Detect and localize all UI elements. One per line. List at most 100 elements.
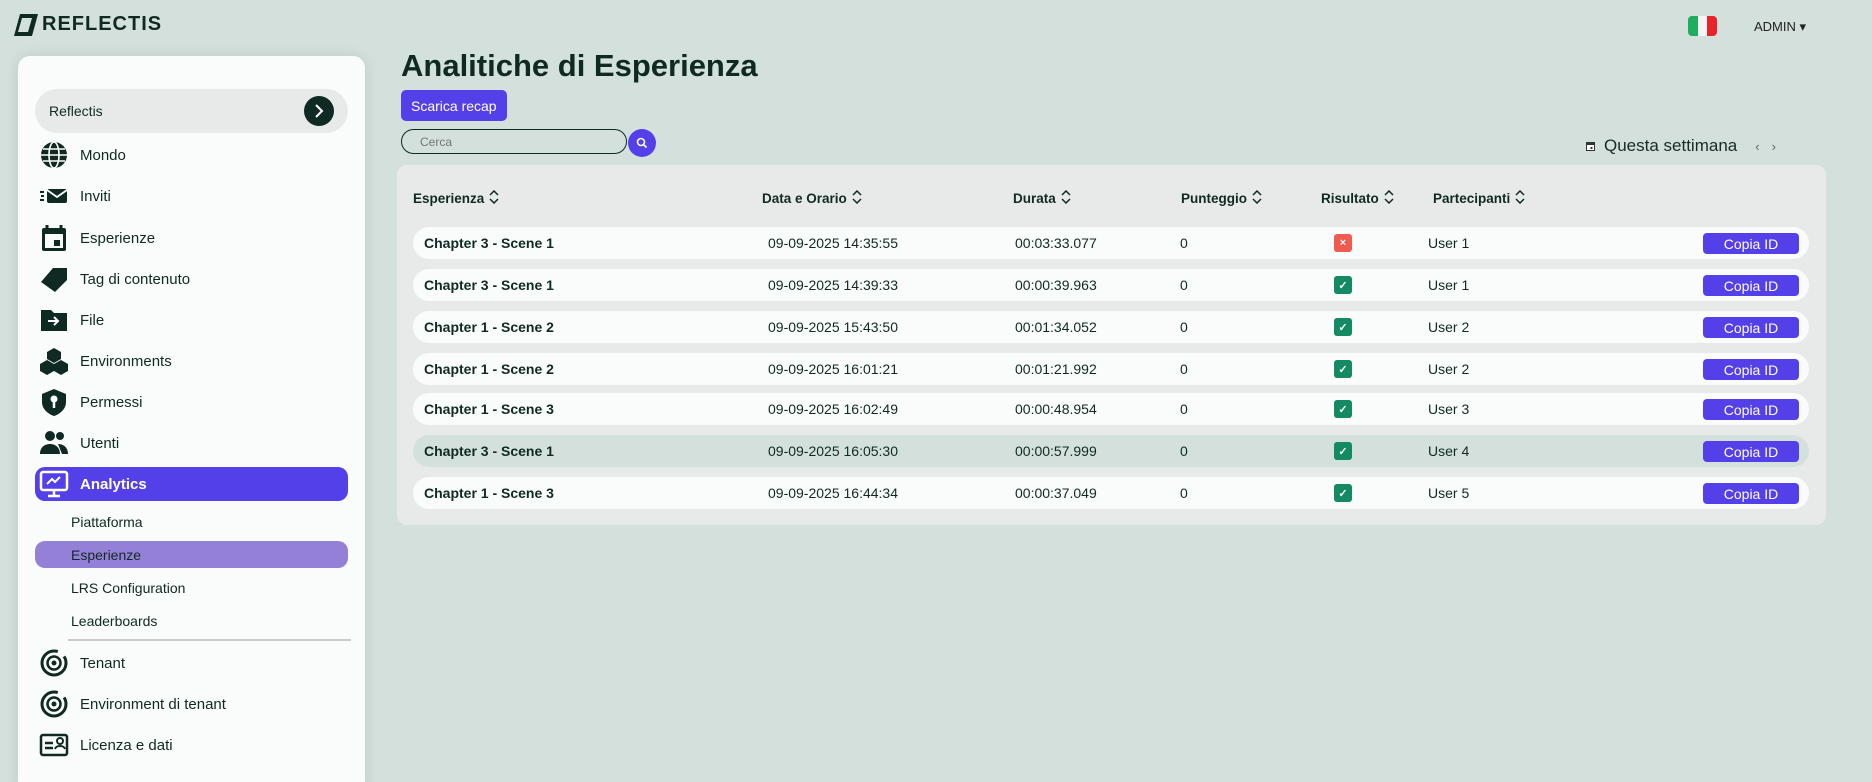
sidebar-item-utenti[interactable]: Utenti (35, 426, 348, 460)
duration: 00:01:34.052 (1015, 319, 1097, 335)
sidebar-subitem-label: Esperienze (71, 546, 142, 563)
participant: User 2 (1428, 319, 1470, 335)
sidebar-item-label: Tenant (80, 654, 126, 672)
cubes-icon (38, 346, 70, 376)
sidebar-subitem-label: LRS Configuration (71, 579, 186, 596)
score: 0 (1180, 401, 1188, 417)
column-header-data-e-orario[interactable]: Data e Orario (762, 189, 862, 207)
table-row[interactable]: Chapter 1 - Scene 2 09-09-2025 15:43:50 … (413, 311, 1809, 343)
search-button[interactable] (628, 129, 656, 157)
sidebar-item-label: Tag di contenuto (80, 270, 191, 288)
period-selector[interactable]: Questa settimana ‹ › (1585, 136, 1776, 156)
column-header-esperienza[interactable]: Esperienza (413, 189, 499, 207)
globe-icon (38, 140, 70, 170)
copy-id-button[interactable]: Copia ID (1703, 441, 1799, 462)
check-icon: ✓ (1334, 318, 1352, 336)
page-title: Analitiche di Esperienza (401, 48, 758, 83)
sidebar-item-mondo[interactable]: Mondo (35, 138, 348, 172)
participant: User 2 (1428, 361, 1470, 377)
download-recap-button[interactable]: Scarica recap (401, 90, 507, 121)
sidebar-item-inviti[interactable]: Inviti (35, 179, 348, 213)
monitor-chart-icon (38, 469, 70, 499)
column-header-risultato[interactable]: Risultato (1321, 189, 1394, 207)
sidebar-item-label: Environment di tenant (80, 695, 226, 713)
sidebar-item-tag-di-contenuto[interactable]: Tag di contenuto (35, 262, 348, 296)
date-time: 09-09-2025 14:35:55 (768, 235, 898, 251)
copy-id-button[interactable]: Copia ID (1703, 483, 1799, 504)
copy-id-button[interactable]: Copia ID (1703, 233, 1799, 254)
table-row[interactable]: Chapter 1 - Scene 2 09-09-2025 16:01:21 … (413, 353, 1809, 385)
chevron-right-icon[interactable]: › (1772, 139, 1776, 154)
chevron-right-icon[interactable] (304, 96, 334, 126)
brand-logo[interactable]: REFLECTIS (14, 13, 162, 36)
sort-icon (489, 189, 499, 207)
copy-id-button[interactable]: Copia ID (1703, 275, 1799, 296)
table-row[interactable]: Chapter 1 - Scene 3 09-09-2025 16:44:34 … (413, 477, 1809, 509)
score: 0 (1180, 361, 1188, 377)
sidebar-divider (68, 639, 351, 641)
language-flag-italy[interactable] (1688, 16, 1717, 36)
sidebar-item-esperienze[interactable]: Esperienze (35, 221, 348, 255)
users-icon (38, 428, 70, 458)
experience-name: Chapter 1 - Scene 2 (424, 361, 554, 377)
sidebar-item-tenant[interactable]: Tenant (35, 646, 348, 680)
brand-name: REFLECTIS (42, 13, 163, 35)
participant: User 5 (1428, 485, 1470, 501)
chevron-left-icon[interactable]: ‹ (1755, 139, 1759, 154)
sort-icon (852, 189, 862, 207)
sort-icon (1252, 189, 1262, 207)
copy-id-button[interactable]: Copia ID (1703, 399, 1799, 420)
duration: 00:00:48.954 (1015, 401, 1097, 417)
date-time: 09-09-2025 16:05:30 (768, 443, 898, 459)
sort-icon (1384, 189, 1394, 207)
tenant-selector[interactable]: Reflectis (35, 89, 348, 133)
column-header-durata[interactable]: Durata (1013, 189, 1071, 207)
check-icon: ✓ (1334, 484, 1352, 502)
sidebar-item-environment-di-tenant[interactable]: Environment di tenant (35, 687, 348, 721)
target-icon (38, 689, 70, 719)
duration: 00:00:37.049 (1015, 485, 1097, 501)
copy-id-button[interactable]: Copia ID (1703, 359, 1799, 380)
copy-id-button[interactable]: Copia ID (1703, 317, 1799, 338)
sidebar-item-label: Analytics (80, 475, 147, 493)
date-time: 09-09-2025 16:44:34 (768, 485, 898, 501)
column-header-punteggio[interactable]: Punteggio (1181, 189, 1262, 207)
sidebar-item-licenza-e-dati[interactable]: Licenza e dati (35, 728, 348, 762)
sidebar-item-label: Mondo (80, 146, 126, 164)
calendar-icon (1586, 141, 1595, 151)
shield-key-icon (38, 387, 70, 417)
sidebar-item-environments[interactable]: Environments (35, 344, 348, 378)
sidebar-item-label: Inviti (80, 187, 111, 205)
admin-menu[interactable]: ADMIN ▾ (1754, 19, 1806, 35)
table-row[interactable]: Chapter 3 - Scene 1 09-09-2025 14:35:55 … (413, 227, 1809, 259)
sidebar-subitem-lrs-configuration[interactable]: LRS Configuration (35, 574, 348, 601)
date-time: 09-09-2025 15:43:50 (768, 319, 898, 335)
table-row[interactable]: Chapter 3 - Scene 1 09-09-2025 16:05:30 … (413, 435, 1809, 467)
participant: User 4 (1428, 443, 1470, 459)
mail-fast-icon (38, 181, 70, 211)
experience-name: Chapter 3 - Scene 1 (424, 443, 554, 459)
score: 0 (1180, 235, 1188, 251)
sidebar-subitem-piattaforma[interactable]: Piattaforma (35, 508, 348, 535)
column-header-partecipanti[interactable]: Partecipanti (1433, 189, 1525, 207)
date-time: 09-09-2025 14:39:33 (768, 277, 898, 293)
search-input[interactable] (401, 129, 627, 154)
sidebar-item-file[interactable]: File (35, 303, 348, 337)
period-label: Questa settimana (1604, 136, 1738, 155)
sidebar-item-permessi[interactable]: Permessi (35, 385, 348, 419)
analytics-table: Esperienza Data e Orario Durata Punteggio Ri… (397, 165, 1826, 525)
sidebar-subitem-leaderboards[interactable]: Leaderboards (35, 607, 348, 634)
sort-icon (1061, 189, 1071, 207)
score: 0 (1180, 277, 1188, 293)
sidebar-item-label: Licenza e dati (80, 736, 173, 754)
table-row[interactable]: Chapter 1 - Scene 3 09-09-2025 16:02:49 … (413, 393, 1809, 425)
experience-name: Chapter 1 - Scene 3 (424, 401, 554, 417)
duration: 00:00:57.999 (1015, 443, 1097, 459)
table-row[interactable]: Chapter 3 - Scene 1 09-09-2025 14:39:33 … (413, 269, 1809, 301)
sort-icon (1515, 189, 1525, 207)
sidebar-item-analytics[interactable]: Analytics (35, 467, 348, 501)
folder-arrow-icon (38, 305, 70, 335)
participant: User 1 (1428, 235, 1470, 251)
sidebar-subitem-esperienze[interactable]: Esperienze (35, 541, 348, 568)
check-icon: ✓ (1334, 276, 1352, 294)
